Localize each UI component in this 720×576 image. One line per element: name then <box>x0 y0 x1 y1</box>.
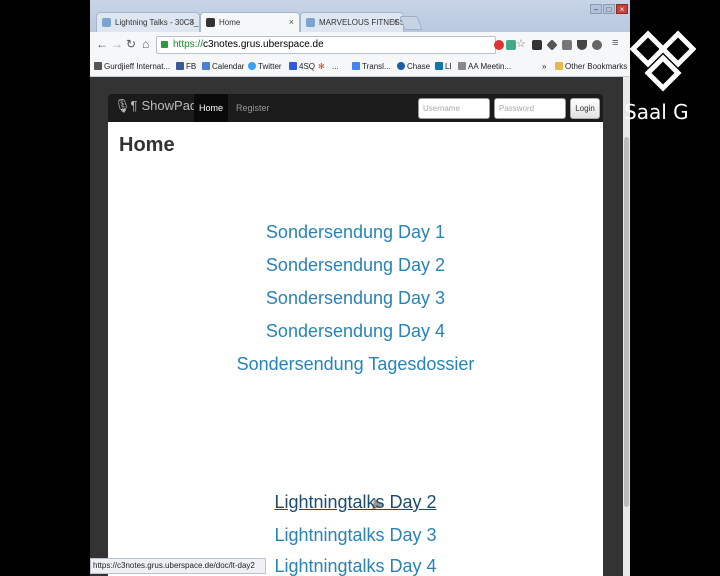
login-button[interactable]: Login <box>570 98 600 119</box>
bookmarks-bar: Gurdjieff Internat... FB Calendar Twitte… <box>90 58 630 77</box>
back-icon[interactable]: ← <box>96 37 108 51</box>
tab-label: MARVELOUS FITNESS (I sh <box>319 18 404 27</box>
ext-diamond-icon[interactable] <box>546 39 558 51</box>
bookmark-ellipsis[interactable]: ... <box>332 62 339 71</box>
minimize-button[interactable]: – <box>590 4 602 14</box>
link-sondersendung-day-2[interactable]: Sondersendung Day 2 <box>108 255 603 276</box>
bookmark-aa-meetings[interactable]: AA Meetin... <box>458 62 511 71</box>
main-content: Home Sondersendung Day 1 Sondersendung D… <box>108 122 603 576</box>
link-lightningtalks-day-3[interactable]: Lightningtalks Day 3 <box>108 525 603 546</box>
username-field[interactable]: Username <box>418 98 490 119</box>
tab-home[interactable]: Home × <box>200 12 300 32</box>
star-icon[interactable]: ☆ <box>516 37 526 50</box>
address-bar[interactable]: https://c3notes.grus.uberspace.de <box>156 36 496 54</box>
browser-window: Lightning Talks - 30C3_Pu × Home × MARVE… <box>90 0 630 576</box>
ext-grid-icon[interactable] <box>562 40 572 50</box>
bookmark-translate[interactable]: Transl... <box>352 62 391 71</box>
microphone-icon: 🎙¶ <box>114 98 138 113</box>
bookmark-calendar[interactable]: Calendar <box>202 62 244 71</box>
app-navbar: 🎙¶ ShowPad Home Register Username Passwor… <box>108 94 603 122</box>
ext-gear-icon[interactable] <box>592 40 602 50</box>
link-sondersendung-day-3[interactable]: Sondersendung Day 3 <box>108 288 603 309</box>
saal-logo-icon <box>630 30 696 92</box>
browser-toolbar: ← → ↻ ⌂ https://c3notes.grus.uberspace.d… <box>90 32 630 59</box>
tab-lightning-talks[interactable]: Lightning Talks - 30C3_Pu × <box>96 12 200 32</box>
doc-icon <box>306 18 315 27</box>
menu-icon[interactable]: ≡ <box>612 37 618 49</box>
brand-label: ShowPad <box>141 98 198 113</box>
doc-icon <box>102 18 111 27</box>
yelp-icon[interactable]: ✻ <box>318 62 325 71</box>
tab-label: Home <box>219 18 241 27</box>
ext-pocket-icon[interactable] <box>577 40 587 50</box>
page-viewport: 🎙¶ ShowPad Home Register Username Passwor… <box>90 77 630 576</box>
bookmark-twitter[interactable]: Twitter <box>248 62 282 71</box>
link-sondersendung-day-1[interactable]: Sondersendung Day 1 <box>108 222 603 243</box>
password-field[interactable]: Password <box>494 98 566 119</box>
forward-icon[interactable]: → <box>111 37 123 51</box>
bookmark-other[interactable]: Other Bookmarks <box>555 62 627 71</box>
brand[interactable]: 🎙¶ ShowPad <box>114 98 197 114</box>
lock-icon <box>161 41 168 48</box>
reload-icon[interactable]: ↻ <box>126 37 136 51</box>
bookmarks-overflow[interactable]: » <box>542 62 546 71</box>
status-bar: https://c3notes.grus.uberspace.de/doc/lt… <box>90 558 266 574</box>
close-tab-icon[interactable]: × <box>289 17 294 27</box>
link-sondersendung-tagesdossier[interactable]: Sondersendung Tagesdossier <box>108 354 603 375</box>
url-host: c3notes.grus.uberspace.de <box>203 39 324 50</box>
bookmark-chase[interactable]: Chase <box>397 62 430 71</box>
close-tab-icon[interactable]: × <box>393 17 398 27</box>
maximize-button[interactable]: □ <box>603 4 615 14</box>
bookmark-fb[interactable]: FB <box>176 62 196 71</box>
browser-titlebar: Lightning Talks - 30C3_Pu × Home × MARVE… <box>90 0 630 32</box>
bookmark-gurdjieff[interactable]: Gurdjieff Internat... <box>94 62 170 71</box>
saal-label: Saal G <box>624 100 689 124</box>
tab-label: Lightning Talks - 30C3_Pu <box>115 18 200 27</box>
ext-buffer-icon[interactable] <box>532 40 542 50</box>
link-lightningtalks-day-2[interactable]: Lightningtalks Day 2 <box>108 492 603 513</box>
new-tab-button[interactable] <box>399 16 423 30</box>
page-title: Home <box>119 134 175 156</box>
home-icon[interactable]: ⌂ <box>142 37 149 51</box>
url-scheme: https:// <box>173 39 204 50</box>
showpad-icon <box>206 18 215 27</box>
nav-home[interactable]: Home <box>194 94 228 122</box>
ext-translate-icon[interactable] <box>506 40 516 50</box>
close-tab-icon[interactable]: × <box>189 17 194 27</box>
bookmark-4sq[interactable]: 4SQ <box>289 62 315 71</box>
bookmark-li[interactable]: LI <box>435 62 452 71</box>
scrollbar-thumb[interactable] <box>624 137 629 507</box>
close-window-button[interactable]: × <box>616 4 628 14</box>
link-sondersendung-day-4[interactable]: Sondersendung Day 4 <box>108 321 603 342</box>
nav-register[interactable]: Register <box>236 94 270 122</box>
tab-marvelous-fitness[interactable]: MARVELOUS FITNESS (I sh × <box>300 12 404 32</box>
ext-record-icon[interactable] <box>494 40 504 50</box>
